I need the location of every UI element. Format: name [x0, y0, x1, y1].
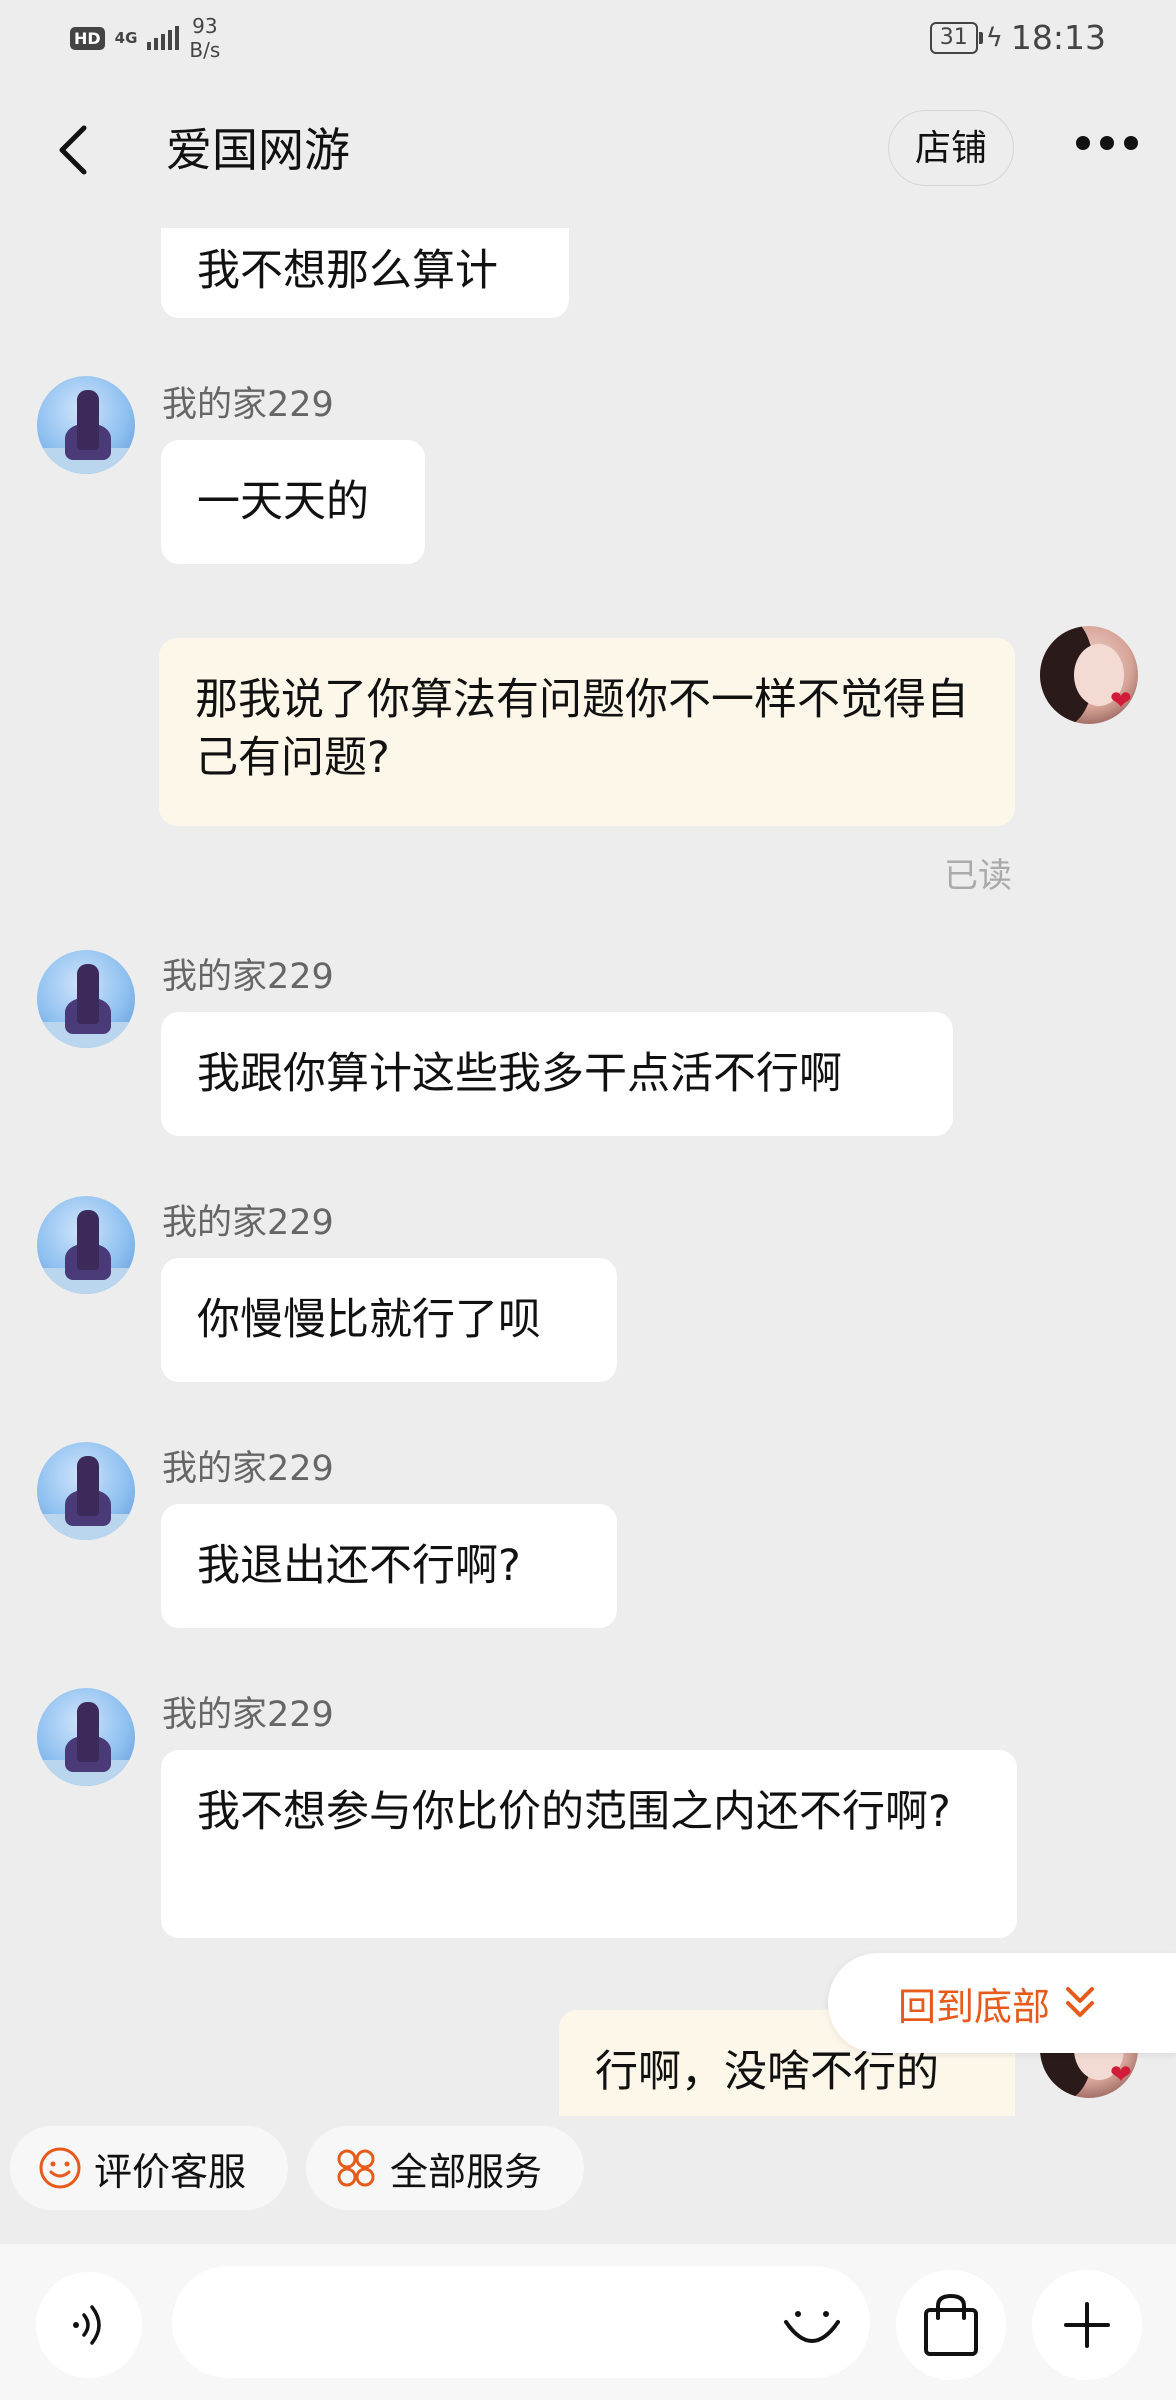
rate-service-label: 评价客服	[94, 2149, 247, 2194]
message-text: 我不想参与你比价的范围之内还不行啊?	[197, 1787, 951, 1837]
message-bubble-incoming[interactable]: 一天天的	[161, 440, 425, 564]
message-bubble-incoming[interactable]: 我退出还不行啊?	[161, 1504, 617, 1628]
speed-value: 93	[192, 14, 218, 38]
back-arrow-icon[interactable]	[50, 120, 100, 180]
hd-badge: HD	[70, 26, 105, 50]
message-bubble-incoming[interactable]: 我不想参与你比价的范围之内还不行啊?	[161, 1750, 1017, 1938]
all-services-button[interactable]: 全部服务	[306, 2126, 584, 2210]
more-tools-button[interactable]	[1032, 2270, 1142, 2380]
double-chevron-down-icon	[1066, 1987, 1095, 2017]
battery-level: 31	[939, 24, 968, 50]
read-receipt: 已读	[944, 856, 1012, 896]
speed-unit: B/s	[189, 38, 221, 62]
message-text: 行啊，没啥不行的	[595, 2047, 939, 2097]
clock: 18:13	[1010, 18, 1106, 57]
message-text: 我跟你算计这些我多干点活不行啊	[197, 1049, 842, 1099]
product-button[interactable]	[896, 2270, 1006, 2380]
message-input[interactable]	[172, 2266, 870, 2378]
scroll-to-bottom-button[interactable]: 回到底部	[828, 1953, 1176, 2053]
chat-title: 爱国网游	[166, 123, 350, 177]
status-right: 31 ϟ 18:13	[929, 18, 1106, 57]
sender-name: 我的家229	[162, 1449, 334, 1489]
voice-icon	[73, 2305, 101, 2345]
message-text: 我不想那么算计	[197, 246, 498, 296]
message-bubble-outgoing[interactable]: 那我说了你算法有问题你不一样不觉得自己有问题?	[159, 638, 1015, 826]
message-text: 一天天的	[197, 477, 369, 527]
status-bar: HD 4G 93 B/s 31 ϟ 18:13	[0, 0, 1176, 76]
sender-name: 我的家229	[162, 957, 334, 997]
network-type: 4G	[114, 29, 138, 47]
message-text: 那我说了你算法有问题你不一样不觉得自己有问题?	[195, 675, 969, 783]
my-avatar[interactable]: ❤	[1040, 626, 1138, 724]
battery-icon: 31	[929, 21, 983, 54]
message-bubble-incoming[interactable]: 我跟你算计这些我多干点活不行啊	[161, 1012, 953, 1136]
message-bubble-incoming[interactable]: 我不想那么算计	[161, 228, 569, 318]
sender-name: 我的家229	[162, 1695, 334, 1735]
chat-header: 爱国网游 店铺	[0, 100, 1176, 200]
smile-icon	[39, 2147, 81, 2189]
quick-actions-bar: 评价客服 全部服务	[0, 2116, 1176, 2226]
grid-icon	[337, 2149, 375, 2187]
sender-name: 我的家229	[162, 1203, 334, 1243]
sender-avatar[interactable]	[37, 1688, 135, 1786]
rate-service-button[interactable]: 评价客服	[10, 2126, 288, 2210]
signal-icon	[147, 26, 180, 50]
shop-button[interactable]: 店铺	[888, 110, 1014, 186]
scroll-to-bottom-label: 回到底部	[898, 1984, 1051, 2029]
more-options-icon[interactable]	[1076, 136, 1138, 150]
voice-input-button[interactable]	[36, 2272, 142, 2378]
sender-avatar[interactable]	[37, 376, 135, 474]
message-text: 我退出还不行啊?	[197, 1541, 521, 1591]
plus-icon	[1064, 2302, 1110, 2348]
shopping-bag-icon	[924, 2293, 978, 2356]
status-left: HD 4G 93 B/s	[70, 14, 220, 62]
network-speed: 93 B/s	[189, 14, 220, 62]
message-text: 你慢慢比就行了呗	[197, 1295, 541, 1345]
all-services-label: 全部服务	[390, 2149, 543, 2194]
input-bar	[0, 2244, 1176, 2400]
sender-avatar[interactable]	[37, 1196, 135, 1294]
sender-avatar[interactable]	[37, 950, 135, 1048]
message-list[interactable]: 我不想那么算计 我的家229 一天天的 那我说了你算法有问题你不一样不觉得自己有…	[0, 228, 1176, 2116]
message-bubble-incoming[interactable]: 你慢慢比就行了呗	[161, 1258, 617, 1382]
sender-avatar[interactable]	[37, 1442, 135, 1540]
charging-icon: ϟ	[985, 22, 1003, 53]
sender-name: 我的家229	[162, 385, 334, 425]
emoji-icon[interactable]	[776, 2288, 848, 2360]
